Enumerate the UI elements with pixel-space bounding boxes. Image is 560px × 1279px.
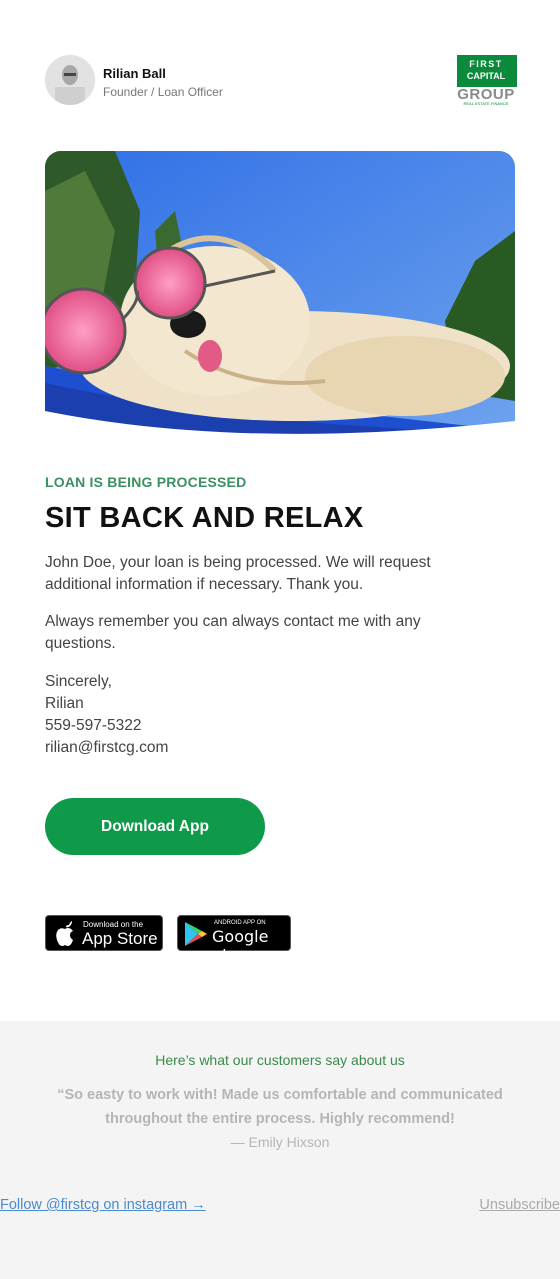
testimonial-heading: Here’s what our customers say about us [155, 1052, 405, 1068]
intro-paragraph: John Doe, your loan is being processed. … [45, 554, 431, 593]
company-logo: FIRST CAPITAL GROUP REAL ESTATE FINANCE [457, 55, 517, 107]
email-address[interactable]: rilian@firstcg.com [45, 737, 168, 759]
hero-image [45, 151, 515, 451]
headline: SIT BACK AND RELAX [45, 502, 364, 534]
status-eyebrow: LOAN IS BEING PROCESSED [45, 474, 247, 490]
download-app-button[interactable]: Download App [45, 798, 265, 855]
app-store-big-text: App Store [82, 929, 158, 948]
testimonial-quote-line1: “So easty to work with! Made us comforta… [57, 1087, 503, 1103]
phone-number[interactable]: 559-597-5322 [45, 715, 168, 737]
testimonial-quote-line2: throughout the entire process. Highly re… [105, 1111, 455, 1127]
logo-line1: FIRST [469, 59, 503, 69]
contact-paragraph: Always remember you can always contact m… [45, 613, 421, 652]
app-store-small-text: Download on the [83, 920, 144, 929]
signoff: Sincerely, [45, 673, 112, 690]
google-play-badge[interactable]: ANDROID APP ON Google play [177, 915, 291, 965]
sender-name: Rilian Ball [103, 66, 166, 81]
app-store-badge[interactable]: Download on the App Store [45, 915, 163, 951]
dog-sunglasses-illustration [45, 151, 515, 451]
logo-line2: CAPITAL [466, 71, 506, 81]
unsubscribe-link[interactable]: Unsubscribe [479, 1197, 560, 1213]
signature-block: Sincerely, Rilian 559-597-5322 rilian@fi… [45, 671, 168, 759]
instagram-link[interactable]: Follow @firstcg on instagram → [0, 1197, 206, 1213]
google-play-big-text: Google play [212, 927, 269, 965]
google-play-small-text: ANDROID APP ON [214, 920, 266, 926]
google-play-icon [185, 922, 207, 946]
avatar [45, 55, 95, 105]
sender-role: Founder / Loan Officer [103, 85, 223, 99]
apple-icon [56, 921, 73, 946]
email-header: Rilian Ball Founder / Loan Officer FIRST… [45, 55, 517, 107]
logo-tagline: REAL ESTATE FINANCE [463, 101, 509, 106]
signature-name: Rilian [45, 695, 84, 712]
testimonial-author: — Emily Hixson [230, 1134, 330, 1150]
sender-photo [45, 55, 95, 105]
